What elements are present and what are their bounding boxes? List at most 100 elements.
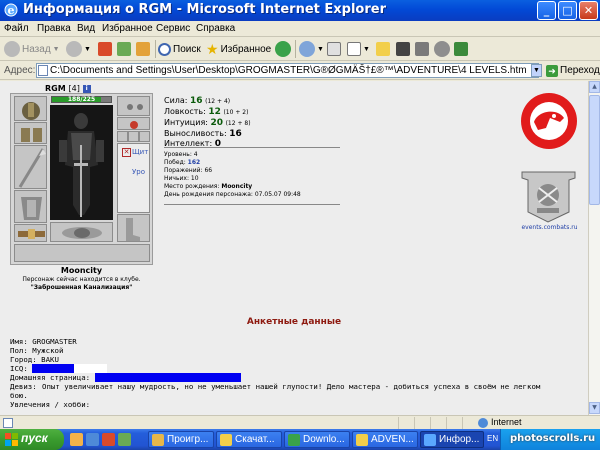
refresh-button[interactable] — [117, 40, 131, 58]
menu-favorites[interactable]: Избранное — [102, 23, 153, 34]
media-button[interactable] — [275, 40, 291, 58]
slot-shield[interactable]: ✕ Щит Уро — [117, 143, 150, 213]
events-link[interactable]: events.combats.ru — [512, 224, 587, 231]
scroll-thumb[interactable] — [589, 95, 600, 205]
slot-belt-items[interactable] — [14, 244, 150, 262]
task-adventure[interactable]: ADVEN... — [352, 431, 418, 448]
shield-label[interactable]: Щит — [132, 148, 148, 156]
slot-ring-1[interactable] — [117, 131, 128, 142]
menu-help[interactable]: Справка — [196, 23, 235, 34]
menu-view[interactable]: Вид — [77, 23, 95, 34]
print-icon — [327, 42, 341, 56]
go-button[interactable]: ➜ Переход — [546, 63, 600, 78]
icq-redacted — [32, 364, 75, 373]
location-note-text: Персонаж сейчас находится в клубе. — [22, 276, 141, 283]
minimize-button[interactable]: _ — [537, 1, 556, 20]
player-icon — [152, 433, 164, 446]
menu-tools[interactable]: Сервис — [156, 23, 190, 34]
favorites-label: Избранное — [220, 43, 272, 55]
task-player[interactable]: Проигр... — [148, 431, 214, 448]
maximize-button[interactable]: □ — [558, 1, 577, 20]
quicklaunch-icon[interactable] — [118, 433, 131, 446]
forward-arrow-icon — [66, 41, 82, 57]
hp-bar: 188/225 — [51, 96, 112, 103]
slot-gloves[interactable] — [50, 222, 113, 242]
slot-earrings[interactable] — [117, 96, 150, 116]
vertical-scrollbar[interactable]: ▲ ▼ — [588, 81, 600, 415]
language-indicator[interactable]: EN — [487, 434, 498, 443]
amulet-icon — [130, 121, 138, 129]
stop-button[interactable] — [98, 40, 112, 58]
search-label: Поиск — [173, 43, 201, 55]
location-note: Персонаж сейчас находится в клубе. "Забр… — [10, 276, 153, 292]
helmet-icon — [22, 102, 40, 120]
close-icon[interactable]: ✕ — [122, 148, 131, 157]
slot-amulet[interactable] — [117, 117, 150, 130]
events-emblem-icon[interactable] — [517, 168, 580, 224]
app-icon — [454, 42, 468, 56]
clan-logo-icon[interactable] — [520, 92, 578, 150]
search-button[interactable]: Поиск — [158, 40, 201, 58]
home-button[interactable] — [136, 40, 150, 58]
address-input[interactable]: C:\Documents and Settings\User\Desktop\G… — [36, 63, 539, 78]
stat-label: Выносливость: — [164, 129, 227, 138]
quicklaunch-icon[interactable] — [70, 433, 83, 446]
menu-file[interactable]: Файл — [4, 23, 29, 34]
scroll-up-icon[interactable]: ▲ — [589, 81, 600, 93]
info-icon[interactable]: i — [82, 84, 91, 93]
address-dropdown-icon[interactable]: ▼ — [531, 64, 542, 77]
home-icon — [136, 42, 150, 56]
start-button[interactable]: пуск — [0, 429, 64, 450]
close-button[interactable]: ✕ — [579, 1, 598, 20]
chevron-down-icon: ▼ — [317, 45, 324, 53]
slot-ring-3[interactable] — [139, 131, 150, 142]
damage-label[interactable]: Уро — [132, 168, 145, 176]
quicklaunch-icon[interactable] — [86, 433, 99, 446]
folder-icon — [356, 433, 368, 446]
slot-ring-2[interactable] — [128, 131, 139, 142]
chevron-down-icon: ▼ — [52, 45, 60, 53]
divider — [164, 147, 340, 148]
task-label: Инфор... — [439, 434, 480, 445]
go-arrow-icon: ➜ — [546, 64, 558, 77]
level-label: Уровень: — [164, 151, 192, 158]
messenger-button[interactable] — [396, 40, 410, 58]
globe-icon — [288, 433, 300, 446]
boots-icon — [126, 218, 140, 241]
task-download[interactable]: Скачат... — [216, 431, 282, 448]
menu-edit[interactable]: Правка — [37, 23, 71, 34]
forward-button[interactable]: ▼ — [66, 40, 91, 58]
stat-label: Сила: — [164, 96, 188, 105]
scroll-down-icon[interactable]: ▼ — [589, 402, 600, 414]
task-info-window[interactable]: Инфор... — [420, 431, 484, 448]
favorites-button[interactable]: ★ Избранное — [206, 40, 271, 58]
discuss-button[interactable] — [376, 40, 390, 58]
slot-bracers[interactable] — [14, 122, 47, 144]
print-button[interactable] — [327, 40, 341, 58]
mail-button[interactable]: ▼ — [299, 40, 324, 58]
task-downloads[interactable]: Downlo... — [284, 431, 350, 448]
back-button[interactable]: Назад ▼ — [4, 40, 60, 58]
status-cell — [430, 417, 446, 429]
task-label: Проигр... — [167, 434, 209, 445]
chevron-down-icon: ▼ — [84, 45, 91, 53]
slot-boots[interactable] — [117, 214, 150, 242]
tool-button[interactable] — [415, 40, 429, 58]
slot-belt[interactable] — [14, 224, 47, 242]
slot-helmet[interactable] — [14, 96, 47, 121]
task-label: Downlo... — [303, 434, 345, 445]
stat-value: 16 — [190, 96, 203, 106]
level-value: 4 — [193, 151, 198, 158]
stat-row: Выносливость: 16 — [164, 129, 251, 139]
slot-armor[interactable] — [14, 190, 47, 223]
quicklaunch-icon[interactable] — [102, 433, 115, 446]
ie-logo-icon — [424, 433, 436, 446]
slot-weapon[interactable] — [14, 145, 47, 189]
ie-logo-icon: e — [4, 3, 18, 17]
extra-button[interactable] — [454, 40, 468, 58]
stat-bonus: (12 + 8) — [225, 120, 251, 127]
research-button[interactable] — [434, 40, 450, 58]
edit-button[interactable]: ▼ — [347, 40, 370, 58]
homepage-redacted[interactable] — [94, 373, 241, 382]
city-value: BAKU — [41, 355, 59, 364]
